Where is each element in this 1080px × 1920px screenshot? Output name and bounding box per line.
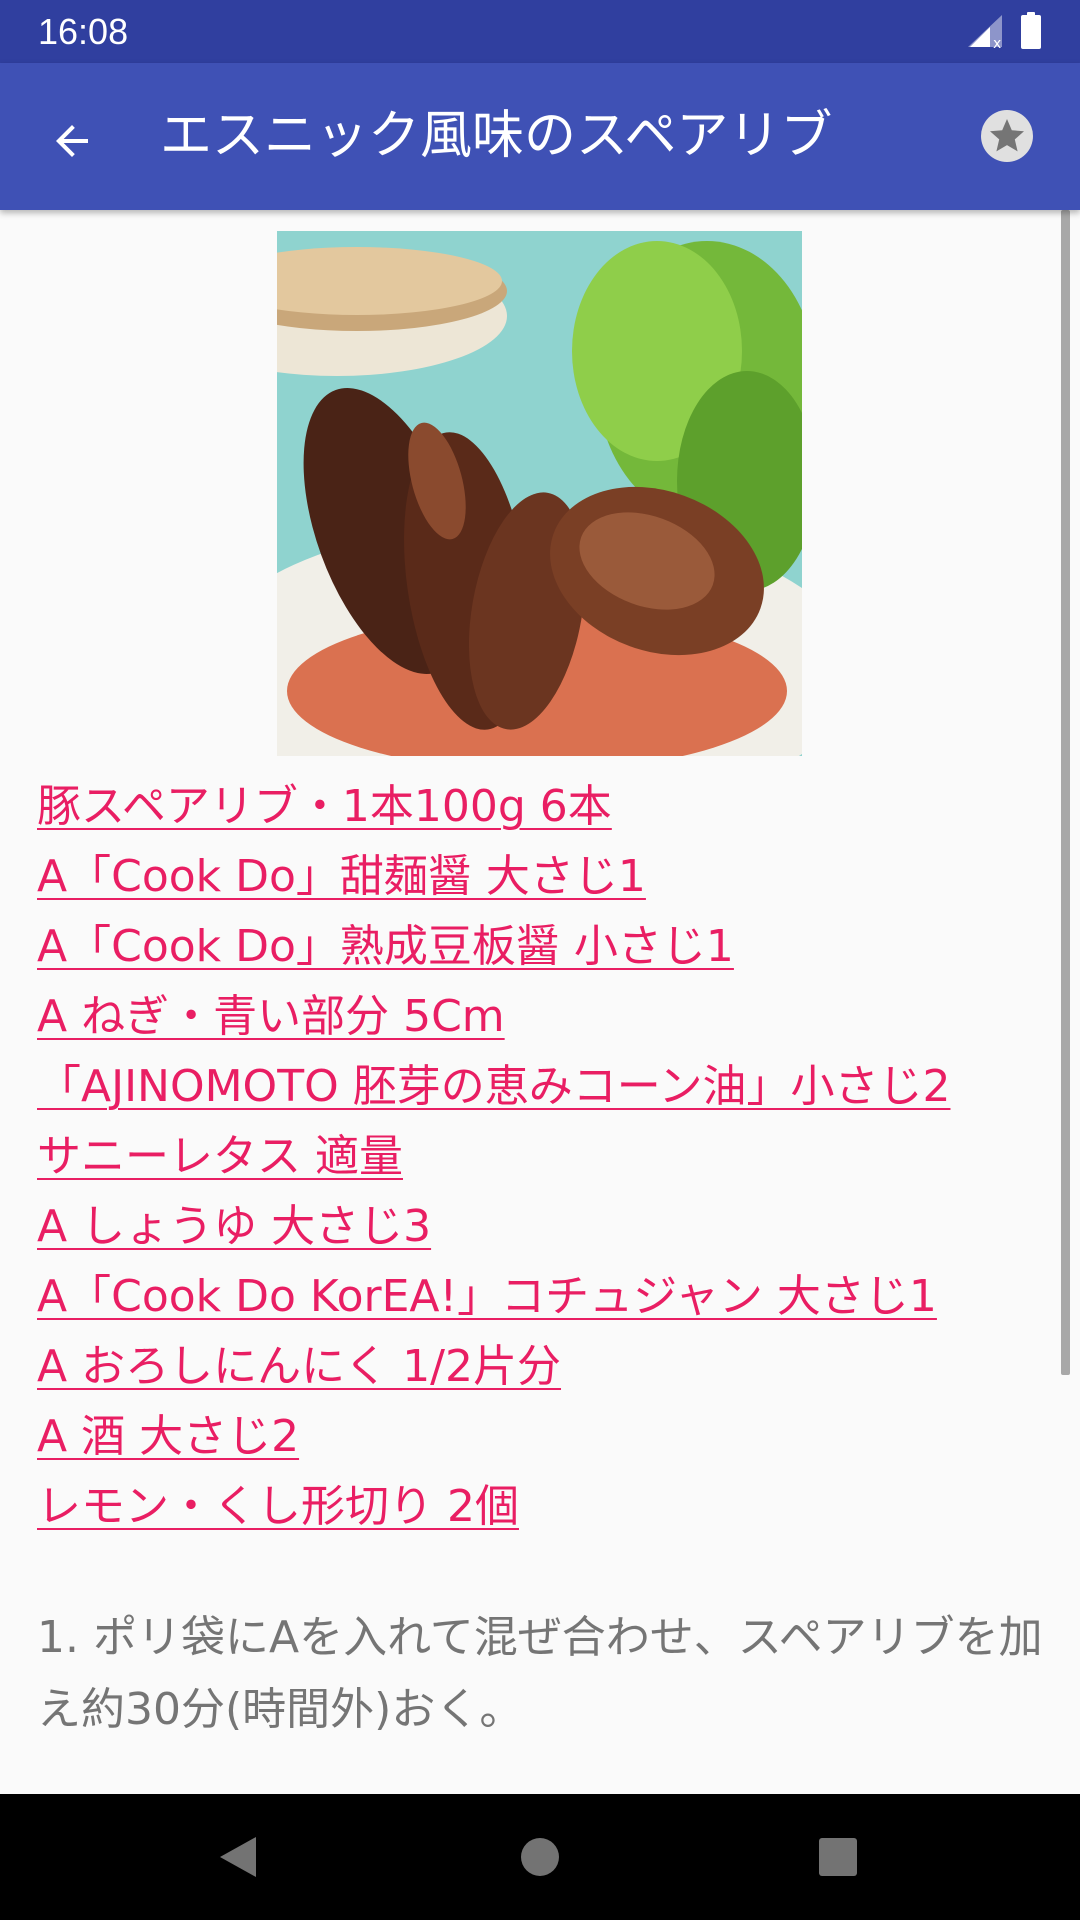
ingredient-link[interactable]: A おろしにんにく 1/2片分 [37,1332,1047,1402]
arrow-back-icon [56,125,88,157]
ingredient-link[interactable]: A 酒 大さじ2 [37,1402,1047,1472]
ingredient-link[interactable]: A「Cook Do KorEA!」コチュジャン 大さじ1 [37,1262,1047,1332]
list-item: A しょうゆ 大さじ3 [37,1192,1047,1262]
nav-back-button[interactable] [188,1807,288,1907]
star-circle-icon [981,110,1033,162]
ingredient-link[interactable]: A「Cook Do」熟成豆板醤 小さじ1 [37,912,1047,982]
status-time: 16:08 [38,11,129,52]
back-button[interactable] [30,99,114,183]
battery-full-icon [1020,12,1042,54]
page-title: エスニック風味のスペアリブ [160,106,833,166]
nav-home-icon [521,1838,559,1876]
ingredient-list: 豚スペアリブ・1本100g 6本 A「Cook Do」甜麺醤 大さじ1 A「Co… [37,772,1047,1542]
list-item: A「Cook Do」甜麺醤 大さじ1 [37,842,1047,912]
ingredient-link[interactable]: A ねぎ・青い部分 5Cm [37,982,1047,1052]
list-item: レモン・くし形切り 2個 [37,1472,1047,1542]
signal-no-data-icon: x [966,13,1006,53]
nav-recents-button[interactable] [788,1807,888,1907]
nav-back-icon [220,1837,256,1877]
system-nav-bar [0,1794,1080,1920]
list-item: 「AJINOMOTO 胚芽の恵みコーン油」小さじ2 [37,1052,1047,1122]
recipe-photo [277,231,802,756]
ingredient-link[interactable]: レモン・くし形切り 2個 [37,1472,1047,1542]
list-item: A ねぎ・青い部分 5Cm [37,982,1047,1052]
list-item: 豚スペアリブ・1本100g 6本 [37,772,1047,842]
status-bar: 16:08 x [0,0,1080,63]
ingredient-link[interactable]: サニーレタス 適量 [37,1122,1047,1192]
recipe-content[interactable]: 豚スペアリブ・1本100g 6本 A「Cook Do」甜麺醤 大さじ1 A「Co… [0,210,1080,1794]
list-item: A 酒 大さじ2 [37,1402,1047,1472]
list-item: サニーレタス 適量 [37,1122,1047,1192]
favorite-button[interactable] [974,103,1040,169]
ingredient-link[interactable]: 「AJINOMOTO 胚芽の恵みコーン油」小さじ2 [37,1052,1047,1122]
nav-home-button[interactable] [490,1807,590,1907]
list-item: A「Cook Do」熟成豆板醤 小さじ1 [37,912,1047,982]
list-item: A「Cook Do KorEA!」コチュジャン 大さじ1 [37,1262,1047,1332]
app-bar: エスニック風味のスペアリブ [0,63,1080,210]
nav-recents-icon [819,1838,857,1876]
ingredient-link[interactable]: 豚スペアリブ・1本100g 6本 [37,772,1047,842]
ingredient-link[interactable]: A「Cook Do」甜麺醤 大さじ1 [37,842,1047,912]
list-item: A おろしにんにく 1/2片分 [37,1332,1047,1402]
svg-text:x: x [993,36,1001,49]
step-1-text: 1. ポリ袋にAを入れて混ぜ合わせ、スペアリブを加え約30分(時間外)おく。 [37,1612,1043,1735]
scrollbar[interactable] [1061,210,1070,1375]
ingredient-link[interactable]: A しょうゆ 大さじ3 [37,1192,1047,1262]
